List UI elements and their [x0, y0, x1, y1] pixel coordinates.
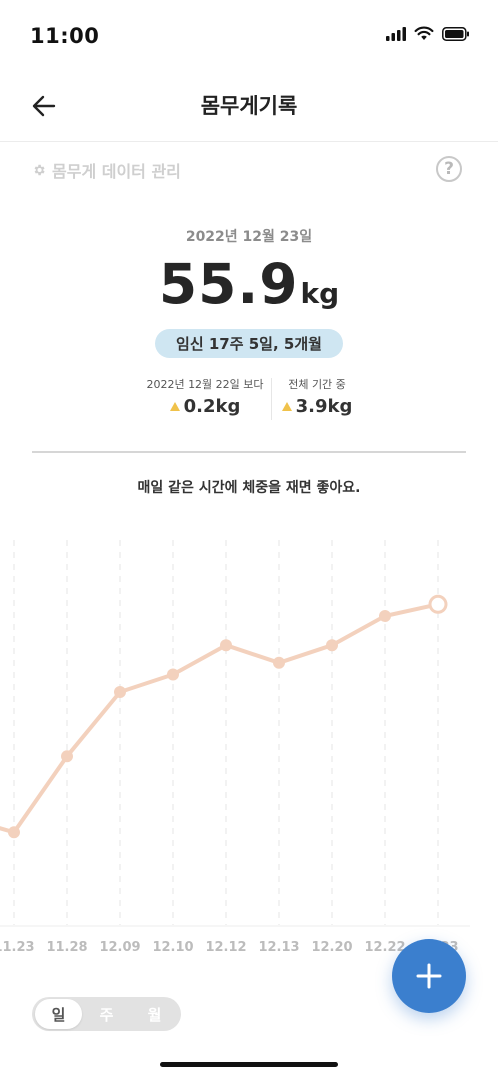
- compare-total-label: 전체 기간 중: [288, 378, 346, 391]
- home-indicator: [160, 1062, 338, 1067]
- up-triangle-icon: [169, 402, 180, 411]
- toggle-week[interactable]: 주: [83, 999, 130, 1029]
- period-toggle[interactable]: 일 주 월: [32, 997, 181, 1031]
- x-tick-label: 12.12: [205, 940, 246, 955]
- weight-data-manage-button[interactable]: 몸무게 데이터 관리: [32, 158, 181, 182]
- plus-icon: [416, 963, 442, 989]
- toggle-day[interactable]: 일: [35, 999, 82, 1029]
- data-point: [114, 686, 126, 698]
- x-tick-label: 11.23: [0, 940, 35, 955]
- data-point: [61, 750, 73, 763]
- data-point: [220, 639, 232, 652]
- data-point: [273, 656, 285, 669]
- compare-total-value: 3.9kg: [295, 396, 353, 417]
- weight-display: 55.9kg: [0, 252, 498, 316]
- add-weight-button[interactable]: [392, 939, 466, 1013]
- data-point: [8, 826, 20, 839]
- pregnancy-badge: 임신 17주 5일, 5개월: [155, 329, 343, 358]
- wifi-icon: [414, 26, 434, 40]
- section-divider: [32, 451, 466, 453]
- page-title: 몸무게기록: [200, 94, 298, 118]
- x-tick-label: 12.09: [99, 940, 140, 955]
- compare-total-stat: 전체 기간 중 3.9kg: [272, 376, 362, 417]
- record-date: 2022년 12월 23일: [185, 229, 313, 245]
- signal-icon: [386, 26, 406, 41]
- x-tick-label: 11.28: [46, 940, 87, 955]
- weight-value: 55.9: [158, 252, 299, 316]
- data-point-current: [428, 594, 448, 614]
- compare-prev-value: 0.2kg: [183, 396, 241, 417]
- data-point: [326, 639, 338, 652]
- x-tick-label: 12.20: [311, 940, 352, 955]
- status-icons: [386, 26, 470, 41]
- data-point: [167, 668, 179, 681]
- up-triangle-icon: [281, 402, 292, 411]
- toggle-month[interactable]: 월: [131, 999, 178, 1029]
- header-divider: [0, 141, 498, 142]
- compare-prev-label: 2022년 12월 22일 보다: [146, 378, 264, 391]
- tip-text: 매일 같은 시간에 체중을 재면 좋아요.: [137, 480, 361, 496]
- data-point: [379, 610, 391, 622]
- battery-icon: [442, 26, 469, 41]
- weight-line-chart[interactable]: 11.2311.2812.0912.1012.1212.1312.2012.22…: [0, 520, 498, 960]
- weight-series-line: [0, 602, 440, 835]
- x-tick-label: 12.13: [258, 940, 299, 955]
- help-button[interactable]: ?: [436, 156, 462, 182]
- status-time: 11:00: [30, 24, 100, 48]
- weight-unit: kg: [300, 277, 340, 310]
- x-tick-label: 12.10: [152, 940, 193, 955]
- manage-label: 몸무게 데이터 관리: [52, 162, 181, 181]
- gear-icon: [34, 164, 45, 176]
- question-icon: ?: [444, 159, 454, 179]
- compare-prev-stat: 2022년 12월 22일 보다 0.2kg: [140, 376, 270, 417]
